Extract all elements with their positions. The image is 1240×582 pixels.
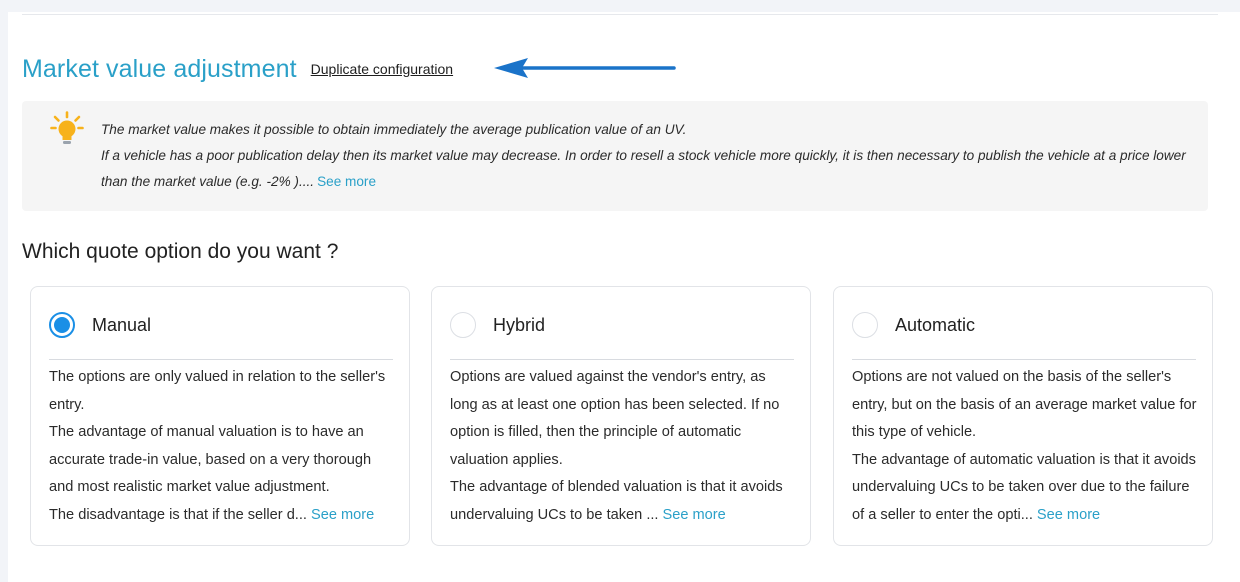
card-divider: [49, 359, 393, 360]
description-line: Options are not valued on the basis of t…: [852, 369, 1197, 441]
description-line: The options are only valued in relation …: [49, 369, 386, 413]
quote-option-question: Which quote option do you want ?: [22, 240, 339, 263]
option-label-hybrid: Hybrid: [493, 314, 546, 335]
radio-manual[interactable]: [49, 312, 75, 338]
option-card-automatic[interactable]: Automatic Options are not valued on the …: [833, 286, 1213, 546]
option-description-hybrid: Options are valued against the vendor's …: [450, 364, 796, 530]
card-divider: [852, 359, 1196, 360]
see-more-link-automatic[interactable]: See more: [1037, 507, 1100, 523]
description-line-text: The advantage of blended valuation is th…: [450, 479, 783, 523]
info-see-more-link[interactable]: See more: [317, 174, 376, 189]
section-title: Market value adjustment: [22, 54, 297, 83]
duplicate-configuration-link[interactable]: Duplicate configuration: [311, 61, 453, 77]
section-header: Market value adjustment Duplicate config…: [22, 52, 453, 86]
description-line: The advantage of blended valuation is th…: [450, 474, 796, 529]
description-line-text: The disadvantage is that if the seller d…: [49, 506, 307, 523]
info-callout: The market value makes it possible to ob…: [22, 101, 1208, 211]
radio-automatic[interactable]: [852, 312, 878, 338]
info-line-text: If a vehicle has a poor publication dela…: [101, 148, 1186, 189]
description-line: The disadvantage is that if the seller d…: [49, 502, 395, 530]
option-card-hybrid[interactable]: Hybrid Options are valued against the ve…: [431, 286, 811, 546]
info-line: If a vehicle has a poor publication dela…: [101, 143, 1191, 195]
radio-hybrid[interactable]: [450, 312, 476, 338]
description-line: Options are valued against the vendor's …: [450, 369, 780, 468]
description-line: The advantage of manual valuation is to …: [49, 424, 372, 496]
option-description-automatic: Options are not valued on the basis of t…: [852, 364, 1198, 530]
option-header-automatic[interactable]: Automatic: [852, 305, 1196, 345]
option-header-hybrid[interactable]: Hybrid: [450, 305, 794, 345]
option-header-manual[interactable]: Manual: [49, 305, 393, 345]
lightbulb-icon: [50, 111, 84, 144]
description-line-text: The advantage of automatic valuation is …: [852, 451, 1196, 523]
see-more-link-hybrid[interactable]: See more: [663, 507, 726, 523]
option-label-automatic: Automatic: [895, 314, 976, 335]
option-card-manual[interactable]: Manual The options are only valued in re…: [30, 286, 410, 546]
card-divider: [450, 359, 794, 360]
info-text: The market value makes it possible to ob…: [101, 117, 1191, 195]
arrow-annotation-icon: [494, 58, 676, 78]
info-line: The market value makes it possible to ob…: [101, 122, 687, 137]
top-divider: [22, 14, 1218, 15]
option-label-manual: Manual: [92, 314, 152, 335]
see-more-link-manual[interactable]: See more: [311, 507, 374, 523]
description-line: The advantage of automatic valuation is …: [852, 447, 1198, 530]
option-description-manual: The options are only valued in relation …: [49, 364, 395, 530]
